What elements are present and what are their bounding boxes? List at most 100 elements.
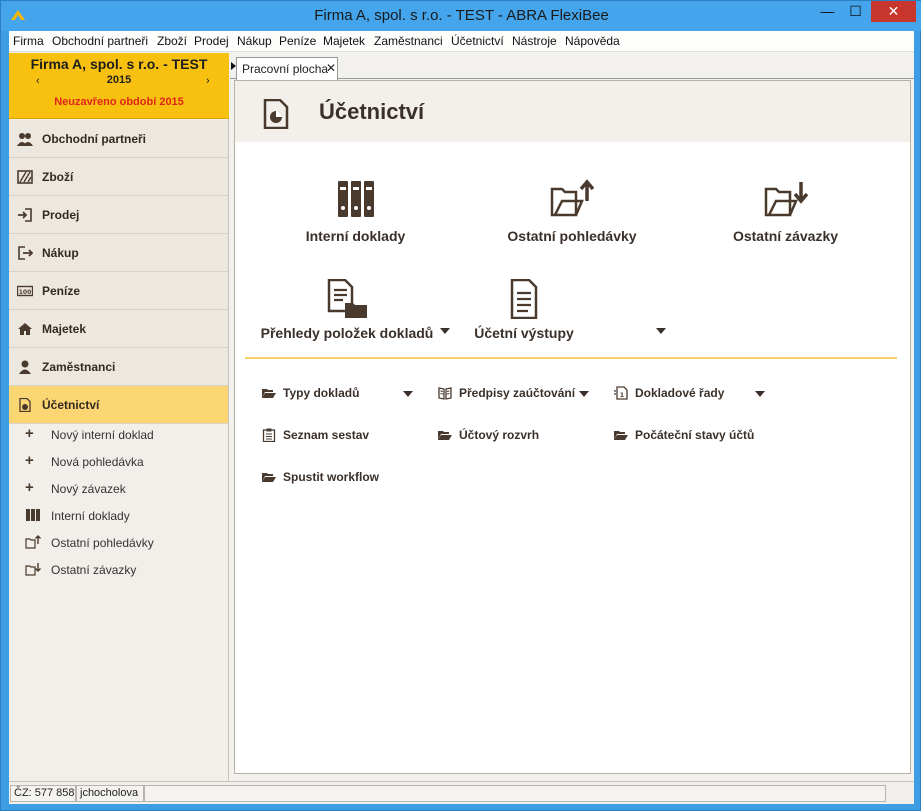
clipboard-icon [262, 428, 276, 442]
maximize-button[interactable]: ☐ [842, 1, 869, 22]
sidebar-item-obchodni-partneri[interactable]: Obchodní partneři [9, 120, 228, 158]
uctovy-rozvrh-link[interactable]: Účtový rozvrh [438, 427, 578, 443]
series-icon: 1 [614, 386, 628, 400]
seznam-sestav-link[interactable]: Seznam sestav [262, 427, 402, 443]
link-label: Spustit workflow [283, 470, 379, 484]
sidebar-item-label: Zboží [42, 170, 74, 184]
sidebar-item-label: Majetek [42, 322, 87, 336]
subitem-label: Ostatní pohledávky [51, 536, 154, 550]
link-label: Předpisy zaúčtování [459, 386, 576, 400]
typy-dokladu-dropdown-icon[interactable] [403, 391, 413, 397]
subitem-nova-pohledavka[interactable]: + Nová pohledávka [9, 451, 228, 471]
accounting-year: 2015 [106, 74, 132, 86]
menu-prodej[interactable]: Prodej [194, 34, 229, 48]
sidebar-item-majetek[interactable]: Majetek [9, 310, 228, 348]
company-panel: Firma A, spol. s r.o. - TEST ‹ 2015 › Ne… [9, 53, 229, 119]
subitem-ostatni-zavazky[interactable]: Ostatní závazky [9, 559, 228, 579]
menu-obchodni-partneri[interactable]: Obchodní partneři [52, 34, 148, 48]
prehledy-polozek-dokladu-label: Přehledy položek dokladů [260, 325, 434, 341]
pane-header: Účetnictví [235, 81, 910, 142]
sidebar-item-ucetnictvi[interactable]: Účetnictví [9, 386, 228, 424]
link-label: Seznam sestav [283, 428, 370, 442]
link-label: Účtový rozvrh [459, 428, 540, 442]
typy-dokladu-link[interactable]: Typy dokladů [262, 385, 402, 401]
subitem-label: Ostatní závazky [51, 563, 137, 577]
dokladove-rady-link[interactable]: 1 Dokladové řady [614, 385, 754, 401]
link-label: Typy dokladů [283, 386, 360, 400]
sidebar-item-penize[interactable]: 100 Peníze [9, 272, 228, 310]
menu-zamestnanci[interactable]: Zaměstnanci [374, 34, 443, 48]
predpisy-zauctovani-dropdown-icon[interactable] [579, 391, 589, 397]
plus-icon: + [25, 425, 34, 442]
folder-upload-icon [550, 179, 594, 217]
sidebar-item-nakup[interactable]: Nákup [9, 234, 228, 272]
folder-open-icon [262, 389, 276, 398]
sidebar-item-zbozi[interactable]: Zboží [9, 158, 228, 196]
menu-firma[interactable]: Firma [13, 34, 44, 48]
menu-napoveda[interactable]: Nápověda [565, 34, 620, 48]
ostatni-pohledavky-button[interactable]: Ostatní pohledávky [497, 179, 647, 244]
sidebar-item-zamestnanci[interactable]: Zaměstnanci [9, 348, 228, 386]
sidebar-item-label: Zaměstnanci [42, 360, 116, 374]
subitem-label: Nový interní doklad [51, 428, 154, 442]
predpisy-zauctovani-link[interactable]: Předpisy zaúčtování [438, 385, 578, 401]
tab-close-icon[interactable]: ✕ [326, 61, 336, 75]
ucetni-vystupy-dropdown-icon[interactable] [656, 328, 666, 334]
menu-penize[interactable]: Peníze [279, 34, 316, 48]
prehledy-dropdown-icon[interactable] [440, 328, 450, 334]
svg-text:100: 100 [19, 289, 32, 296]
sidebar-item-prodej[interactable]: Prodej [9, 196, 228, 234]
sidebar-item-label: Obchodní partneři [42, 132, 147, 146]
tab-strip: Pracovní plocha ✕ [230, 53, 914, 80]
subitem-novy-interni-doklad[interactable]: + Nový interní doklad [9, 424, 228, 444]
close-button[interactable]: ✕ [871, 1, 916, 22]
sidebar-item-label: Peníze [42, 284, 81, 298]
status-user: jchocholova [76, 785, 144, 802]
menu-majetek[interactable]: Majetek [323, 34, 365, 48]
ucetni-vystupy-button[interactable]: Účetní výstupy [469, 279, 579, 341]
link-label: Dokladové řady [635, 386, 725, 400]
menu-zbozi[interactable]: Zboží [157, 34, 187, 48]
interni-doklady-button[interactable]: Interní doklady [293, 179, 418, 244]
folder-download-icon [764, 182, 808, 217]
employee-icon [19, 360, 31, 374]
binders-icon [337, 181, 374, 217]
ostatni-zavazky-label: Ostatní závazky [732, 228, 839, 244]
goods-icon [17, 170, 33, 184]
minimize-button[interactable]: — [813, 1, 842, 22]
subitem-ostatni-pohledavky[interactable]: Ostatní pohledávky [9, 532, 228, 552]
menu-bar: Firma Obchodní partneři Zboží Prodej Nák… [9, 31, 914, 52]
purchase-icon [18, 246, 33, 260]
title-bar[interactable]: Firma A, spol. s r.o. - TEST - ABRA Flex… [1, 1, 921, 31]
status-message [144, 785, 886, 802]
dokladove-rady-dropdown-icon[interactable] [755, 391, 765, 397]
sidebar: Firma A, spol. s r.o. - TEST ‹ 2015 › Ne… [9, 53, 229, 781]
folder-download-icon [25, 563, 41, 576]
company-name: Firma A, spol. s r.o. - TEST [30, 56, 208, 72]
menu-nakup[interactable]: Nákup [237, 34, 272, 48]
link-label: Počáteční stavy účtů [635, 428, 755, 442]
workspace-pane: Účetnictví Interní doklady Ostatní pohle… [234, 80, 911, 774]
status-bar: ČZ: 577 858 jchocholova [9, 781, 914, 803]
tab-pracovni-plocha[interactable]: Pracovní plocha ✕ [236, 57, 338, 80]
money-icon: 100 [17, 285, 33, 297]
partners-icon [17, 133, 33, 146]
document-icon [510, 279, 538, 319]
folder-open-icon [614, 431, 628, 440]
subitem-novy-zavazek[interactable]: + Nový závazek [9, 478, 228, 498]
binders-icon [26, 509, 40, 521]
ostatni-pohledavky-label: Ostatní pohledávky [507, 228, 637, 244]
content-area: Pracovní plocha ✕ Účetnictví Interní dok… [230, 53, 914, 781]
pocatecni-stavy-uctu-link[interactable]: Počáteční stavy účtů [614, 427, 774, 443]
ostatni-zavazky-button[interactable]: Ostatní závazky [723, 179, 848, 244]
spustit-workflow-link[interactable]: Spustit workflow [262, 469, 402, 485]
interni-doklady-label: Interní doklady [305, 228, 406, 244]
subitem-label: Nový závazek [51, 482, 126, 496]
window-title: Firma A, spol. s r.o. - TEST - ABRA Flex… [314, 7, 609, 24]
subitem-interni-doklady[interactable]: Interní doklady [9, 505, 228, 525]
menu-nastroje[interactable]: Nástroje [512, 34, 557, 48]
menu-ucetnictvi[interactable]: Účetnictví [451, 34, 504, 48]
sidebar-item-label: Nákup [42, 246, 79, 260]
next-year-button[interactable]: › [206, 75, 210, 87]
prehledy-polozek-dokladu-button[interactable]: Přehledy položek dokladů [257, 279, 437, 341]
